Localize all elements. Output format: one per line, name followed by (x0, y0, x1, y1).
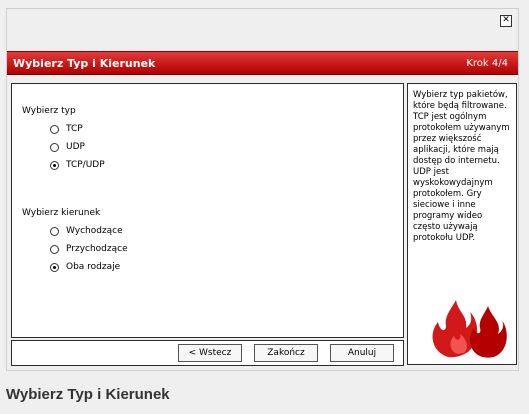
radio-button[interactable] (50, 244, 59, 254)
radio-tcp-udp[interactable]: TCP/UDP (50, 160, 105, 170)
help-panel: Wybierz typ pakietów, które będą filtrow… (407, 83, 517, 365)
radio-outgoing[interactable]: Wychodzące (50, 226, 123, 236)
radio-button[interactable] (50, 124, 59, 134)
radio-both[interactable]: Oba rodzaje (50, 262, 120, 272)
radio-label: Oba rodzaje (66, 262, 121, 272)
type-section-label: Wybierz typ (22, 106, 76, 116)
step-indicator: Krok 4/4 (466, 58, 508, 69)
radio-incoming[interactable]: Przychodzące (50, 244, 128, 254)
footer-title: Wybierz Typ i Kierunek (6, 386, 170, 403)
options-panel: Wybierz typ TCP UDP TCP/UDP Wybierz kier… (11, 83, 404, 338)
radio-label: TCP/UDP (66, 160, 105, 170)
radio-button[interactable] (50, 226, 59, 236)
wizard-header: Wybierz Typ i Kierunek Krok 4/4 (7, 51, 518, 75)
radio-button[interactable] (50, 142, 59, 152)
direction-section-label: Wybierz kierunek (22, 208, 101, 218)
radio-label: Przychodzące (66, 244, 128, 254)
help-text: Wybierz typ pakietów, które będą filtrow… (413, 90, 510, 243)
radio-tcp[interactable]: TCP (50, 124, 83, 134)
page-title: Wybierz Typ i Kierunek (13, 57, 156, 70)
radio-button-checked[interactable] (50, 160, 59, 170)
finish-button[interactable]: Zakończ (254, 344, 318, 362)
radio-button-checked[interactable] (50, 262, 59, 272)
close-icon[interactable]: ✕ (500, 15, 512, 27)
radio-label: UDP (66, 142, 85, 152)
back-button[interactable]: < Wstecz (178, 344, 242, 362)
cancel-button[interactable]: Anuluj (330, 344, 394, 362)
radio-label: Wychodzące (66, 226, 123, 236)
radio-udp[interactable]: UDP (50, 142, 85, 152)
wizard-window: ✕ Wybierz Typ i Kierunek Krok 4/4 Wybier… (6, 8, 519, 371)
radio-label: TCP (66, 124, 83, 134)
button-bar: < Wstecz Zakończ Anuluj (11, 340, 404, 366)
flames-logo (432, 300, 507, 358)
